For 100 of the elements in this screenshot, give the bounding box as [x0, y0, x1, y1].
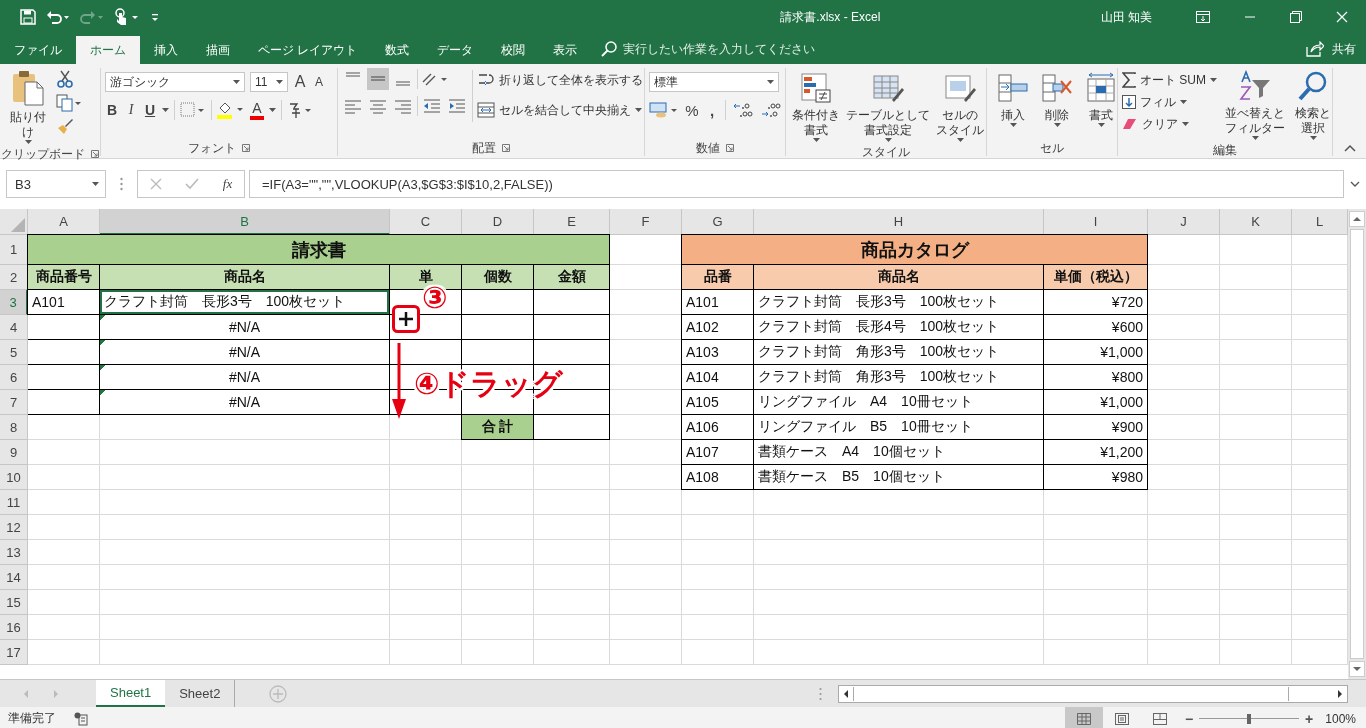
- column-header[interactable]: D: [462, 209, 534, 235]
- row-header[interactable]: 11: [0, 490, 28, 515]
- scissors-icon[interactable]: [56, 70, 74, 88]
- zoom-out-button[interactable]: −: [1184, 710, 1194, 727]
- row-header[interactable]: 5: [0, 340, 28, 365]
- dialog-launcher-icon[interactable]: [91, 150, 99, 158]
- row-header[interactable]: 7: [0, 390, 28, 415]
- row-header[interactable]: 10: [0, 465, 28, 490]
- column-header[interactable]: I: [1044, 209, 1148, 235]
- paste-button[interactable]: 貼り付け: [4, 68, 52, 146]
- row-header[interactable]: 8: [0, 415, 28, 440]
- sheet-tab[interactable]: Sheet2: [165, 680, 235, 707]
- row-header[interactable]: 16: [0, 615, 28, 640]
- grip-icon[interactable]: [120, 177, 123, 191]
- row-header[interactable]: 13: [0, 540, 28, 565]
- table-cell[interactable]: 商品番号: [27, 264, 100, 290]
- ribbon-tab[interactable]: データ: [423, 36, 488, 64]
- copy-icon[interactable]: [56, 94, 82, 112]
- ribbon-tab[interactable]: 校閲: [487, 36, 540, 64]
- insert-function-button[interactable]: fx: [222, 176, 233, 192]
- formula-field[interactable]: =IF(A3="","",VLOOKUP(A3,$G$3:$I$10,2,FALSE)): [249, 170, 1344, 198]
- decrease-decimal-icon[interactable]: [760, 101, 782, 119]
- table-cell[interactable]: 個数: [461, 264, 534, 290]
- ribbon-display-icon[interactable]: [1196, 11, 1210, 23]
- scrollbar-thumb[interactable]: [1350, 229, 1364, 659]
- font-color-button[interactable]: A: [250, 100, 264, 120]
- close-icon[interactable]: [1336, 11, 1348, 23]
- scrollbar-thumb[interactable]: [853, 686, 1290, 701]
- customize-icon[interactable]: [150, 11, 160, 23]
- table-cell[interactable]: 金額: [533, 264, 610, 290]
- redo-icon[interactable]: [80, 9, 104, 25]
- column-header[interactable]: C: [390, 209, 462, 235]
- scroll-up-icon[interactable]: [1349, 211, 1365, 227]
- row-header[interactable]: 12: [0, 515, 28, 540]
- font-name-field[interactable]: 游ゴシック: [105, 72, 245, 92]
- vertical-scrollbar[interactable]: [1348, 209, 1366, 679]
- italic-button[interactable]: I: [124, 102, 138, 118]
- underline-button[interactable]: U: [143, 102, 157, 118]
- find-select-button[interactable]: 検索と 選択: [1293, 68, 1333, 142]
- increase-decimal-icon[interactable]: [732, 101, 754, 119]
- row-header[interactable]: 2: [0, 265, 28, 290]
- align-center-icon[interactable]: [367, 97, 389, 115]
- percent-button[interactable]: %: [685, 101, 699, 119]
- column-header[interactable]: E: [534, 209, 610, 235]
- decrease-indent-icon[interactable]: [421, 97, 443, 115]
- macro-record-icon[interactable]: [74, 711, 88, 726]
- table-cell[interactable]: 合 計: [461, 414, 534, 440]
- autosum-button[interactable]: オート SUM: [1122, 70, 1217, 90]
- style-button[interactable]: テーブルとして 書式設定: [844, 70, 932, 144]
- share-button[interactable]: 共有: [1296, 34, 1366, 64]
- style-button[interactable]: セルの スタイル: [934, 70, 986, 144]
- align-left-icon[interactable]: [342, 97, 364, 115]
- table-cell[interactable]: 商品名: [99, 264, 390, 290]
- align-middle-icon[interactable]: [367, 68, 389, 90]
- cells-button[interactable]: 挿入: [995, 70, 1031, 129]
- column-header[interactable]: G: [682, 209, 754, 235]
- sheet-tab[interactable]: Sheet1: [96, 680, 166, 707]
- restore-icon[interactable]: [1290, 11, 1302, 23]
- table-cell[interactable]: 商品カタログ: [681, 234, 1148, 265]
- sort-filter-button[interactable]: 並べ替えと フィルター: [1223, 68, 1287, 142]
- column-header[interactable]: K: [1220, 209, 1292, 235]
- font-size-field[interactable]: 11: [250, 72, 288, 92]
- column-header[interactable]: F: [610, 209, 682, 235]
- column-header[interactable]: A: [28, 209, 100, 235]
- scroll-down-icon[interactable]: [1349, 661, 1365, 677]
- borders-icon[interactable]: [180, 102, 206, 118]
- tell-me-field[interactable]: 実行したい作業を入力してください: [623, 42, 944, 56]
- number-format-field[interactable]: 標準: [649, 72, 779, 92]
- row-header[interactable]: 17: [0, 640, 28, 665]
- row-header[interactable]: 15: [0, 590, 28, 615]
- fill-button[interactable]: フィル: [1122, 92, 1217, 112]
- normal-view-button[interactable]: [1064, 707, 1103, 728]
- currency-icon[interactable]: [649, 101, 679, 119]
- merge-center-button[interactable]: セルを結合して中央揃え: [477, 100, 643, 120]
- touch-mode-icon[interactable]: [114, 8, 140, 26]
- dialog-launcher-icon[interactable]: [502, 144, 510, 152]
- row-header[interactable]: 1: [0, 235, 28, 265]
- user-name[interactable]: 山田 知美: [1100, 8, 1152, 26]
- cells-button[interactable]: 書式: [1083, 70, 1119, 129]
- cells-button[interactable]: 削除: [1039, 70, 1075, 129]
- slider-thumb[interactable]: [1247, 713, 1252, 724]
- wrap-text-button[interactable]: 折り返して全体を表示する: [477, 70, 643, 90]
- bold-button[interactable]: B: [105, 102, 119, 118]
- phonetic-guide-icon[interactable]: [287, 101, 313, 119]
- style-button[interactable]: 条件付き 書式: [790, 70, 842, 144]
- row-header[interactable]: 14: [0, 565, 28, 590]
- row-header[interactable]: 4: [0, 315, 28, 340]
- ribbon-tab[interactable]: 表示: [539, 36, 592, 64]
- format-painter-icon[interactable]: [56, 118, 74, 136]
- align-right-icon[interactable]: [392, 97, 414, 115]
- table-cell[interactable]: クラフト封筒 長形3号 100枚セット: [99, 289, 390, 315]
- ribbon-tab[interactable]: ページ レイアウト: [244, 36, 372, 64]
- increase-font-button[interactable]: A: [293, 73, 307, 91]
- increase-indent-icon[interactable]: [446, 97, 468, 115]
- name-box[interactable]: B3: [6, 170, 106, 198]
- ribbon-tab[interactable]: ホーム: [76, 36, 140, 64]
- zoom-in-button[interactable]: +: [1305, 710, 1314, 727]
- expand-icon[interactable]: [1350, 181, 1360, 187]
- ribbon-tab[interactable]: ファイル: [0, 36, 76, 64]
- table-cell[interactable]: 品番: [681, 264, 754, 290]
